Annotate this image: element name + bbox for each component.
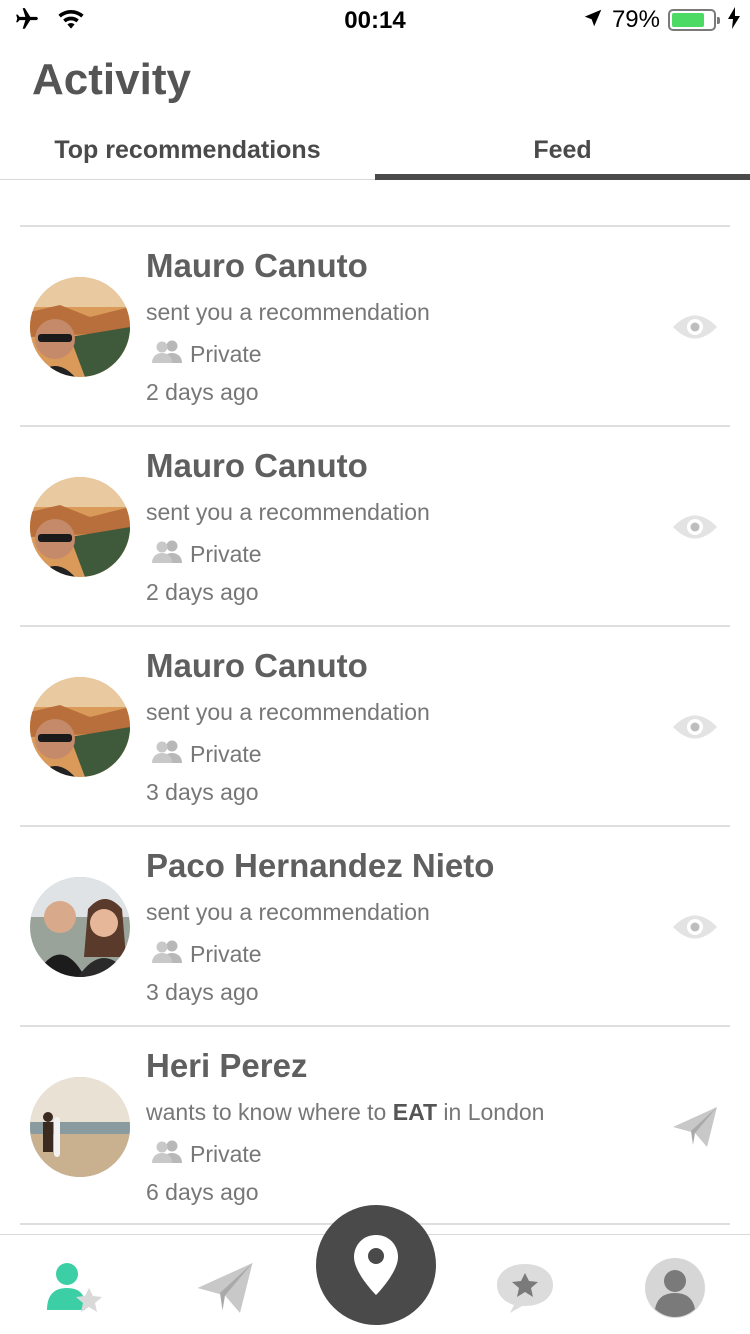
feed-item[interactable]: Mauro Canuto sent you a recommendation P… <box>20 425 730 625</box>
battery-icon <box>668 9 720 31</box>
feed-item[interactable]: Heri Perez wants to know where to EAT in… <box>20 1025 730 1225</box>
battery-fill <box>672 13 704 27</box>
send-icon[interactable] <box>190 1253 260 1323</box>
activity-text-suffix: in London <box>437 1099 545 1125</box>
feed-item[interactable]: Mauro Canuto sent you a recommendation P… <box>20 225 730 425</box>
tab-top-recommendations[interactable]: Top recommendations <box>0 120 375 180</box>
activity-text-prefix: wants to know where to <box>146 1099 393 1125</box>
page-title: Activity <box>32 55 191 104</box>
avatar[interactable] <box>30 477 130 577</box>
privacy-text: Private <box>190 940 262 967</box>
status-bar: 00:14 79% <box>0 0 750 40</box>
privacy-label: Private <box>150 339 262 369</box>
privacy-text: Private <box>190 740 262 767</box>
avatar[interactable] <box>30 277 130 377</box>
feed-item[interactable]: Mauro Canuto sent you a recommendation P… <box>20 625 730 825</box>
activity-text: sent you a recommendation <box>146 499 430 525</box>
battery-percent: 79% <box>611 6 660 33</box>
sender-name[interactable]: Mauro Canuto <box>146 647 368 685</box>
activity-icon[interactable] <box>40 1253 110 1323</box>
eye-icon[interactable] <box>670 905 720 949</box>
sender-name[interactable]: Heri Perez <box>146 1047 307 1085</box>
activity-text-keyword: EAT <box>392 1099 438 1125</box>
eye-icon[interactable] <box>670 305 720 349</box>
timestamp: 2 days ago <box>146 579 259 605</box>
active-tab-indicator <box>375 174 750 180</box>
eye-icon[interactable] <box>670 705 720 749</box>
charging-bolt-icon <box>728 6 740 34</box>
tab-feed[interactable]: Feed <box>375 120 750 180</box>
privacy-label: Private <box>150 1139 262 1169</box>
eye-icon[interactable] <box>670 505 720 549</box>
sender-name[interactable]: Paco Hernandez Nieto <box>146 847 494 885</box>
privacy-label: Private <box>150 939 262 969</box>
privacy-text: Private <box>190 340 262 367</box>
status-right: 79% <box>582 6 740 34</box>
paper-plane-icon[interactable] <box>670 1105 720 1149</box>
avatar[interactable] <box>30 677 130 777</box>
location-arrow-icon <box>582 7 604 34</box>
privacy-text: Private <box>190 540 262 567</box>
timestamp: 3 days ago <box>146 779 259 805</box>
privacy-text: Private <box>190 1140 262 1167</box>
sender-name[interactable]: Mauro Canuto <box>146 247 368 285</box>
timestamp: 3 days ago <box>146 979 259 1005</box>
tab-bar: Top recommendations Feed <box>0 120 750 180</box>
people-icon <box>150 1139 184 1169</box>
favorites-icon[interactable] <box>490 1253 560 1323</box>
timestamp: 2 days ago <box>146 379 259 405</box>
sender-name[interactable]: Mauro Canuto <box>146 447 368 485</box>
profile-icon[interactable] <box>640 1253 710 1323</box>
activity-text: sent you a recommendation <box>146 699 430 725</box>
people-icon <box>150 739 184 769</box>
privacy-label: Private <box>150 739 262 769</box>
privacy-label: Private <box>150 539 262 569</box>
avatar[interactable] <box>30 1077 130 1177</box>
activity-text: sent you a recommendation <box>146 899 430 925</box>
activity-text: sent you a recommendation <box>146 299 430 325</box>
avatar[interactable] <box>30 877 130 977</box>
feed-item[interactable]: Paco Hernandez Nieto sent you a recommen… <box>20 825 730 1025</box>
people-icon <box>150 539 184 569</box>
timestamp: 6 days ago <box>146 1179 259 1205</box>
people-icon <box>150 939 184 969</box>
bottom-nav <box>0 1205 750 1334</box>
activity-text: wants to know where to EAT in London <box>146 1099 544 1126</box>
people-icon <box>150 339 184 369</box>
map-pin-icon[interactable] <box>316 1205 436 1325</box>
activity-feed: Mauro Canuto sent you a recommendation P… <box>20 225 730 1225</box>
